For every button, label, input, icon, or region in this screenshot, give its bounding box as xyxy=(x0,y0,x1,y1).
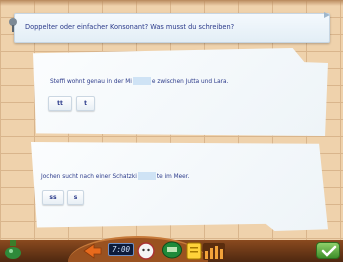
task-card-2 xyxy=(31,142,328,231)
task-2-text-after: te im Meer. xyxy=(156,174,190,180)
instruction-text: Doppelter oder einfacher Konsonant? Was … xyxy=(25,23,235,31)
bottle-icon[interactable] xyxy=(2,238,24,260)
task-1-text-before: Steffi wohnt genau in der Mi xyxy=(50,79,132,85)
instruction-bar: Doppelter oder einfacher Konsonant? Was … xyxy=(14,12,330,43)
task-2-text-before: Jochen sucht nach einer Schatzki xyxy=(41,174,137,180)
timer-display: 7:00 xyxy=(108,243,134,256)
help-face-icon[interactable] xyxy=(137,242,155,260)
corner-tab-icon xyxy=(304,12,330,18)
confirm-button[interactable] xyxy=(316,242,340,259)
task-1-text-after: e zwischen Jutta und Lara. xyxy=(151,79,229,85)
task-1-sentence: Steffi wohnt genau in der Mi e zwischen J… xyxy=(50,77,228,85)
chat-bubble-icon[interactable] xyxy=(161,241,183,261)
option-s-button[interactable]: s xyxy=(67,190,84,205)
top-edge xyxy=(0,0,343,6)
option-tt-button[interactable]: tt xyxy=(48,96,72,111)
notes-icon[interactable] xyxy=(186,242,202,260)
task-1-blank[interactable] xyxy=(132,77,151,85)
option-ss-button[interactable]: ss xyxy=(42,190,64,205)
back-arrow-icon[interactable] xyxy=(82,243,102,259)
option-t-button[interactable]: t xyxy=(76,96,95,111)
checkmark-icon xyxy=(321,245,337,257)
progress-bars-icon[interactable] xyxy=(203,243,225,260)
task-2-blank[interactable] xyxy=(137,172,156,180)
pushpin-icon xyxy=(9,18,17,32)
task-2-sentence: Jochen sucht nach einer Schatzki te im Me… xyxy=(41,172,189,180)
task-card-1 xyxy=(33,48,328,136)
